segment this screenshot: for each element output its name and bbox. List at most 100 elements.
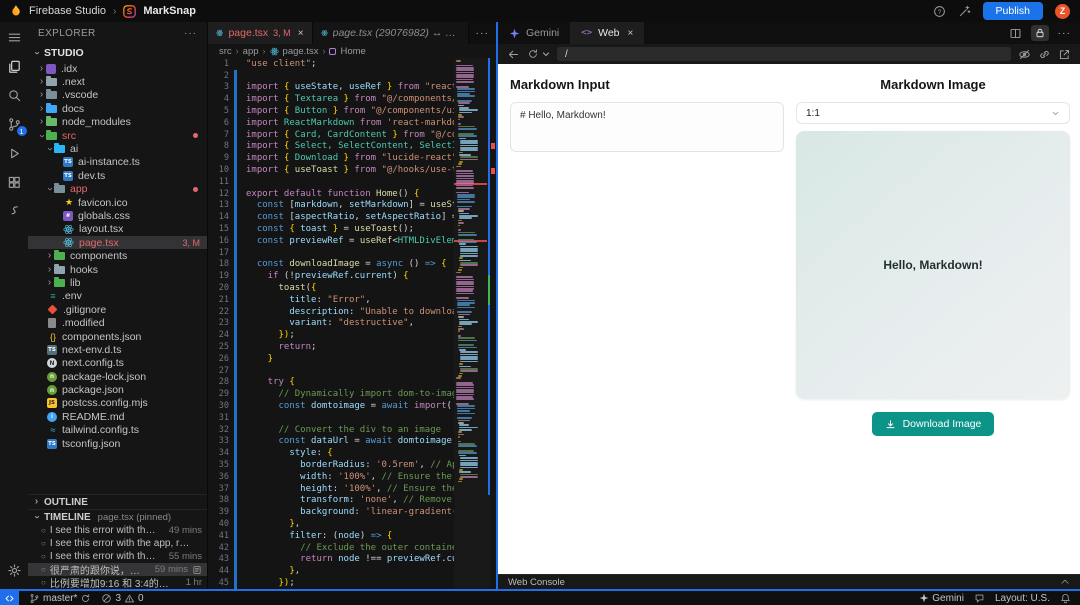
tree-item-ai-instance-ts[interactable]: TS ai-instance.ts	[28, 156, 207, 169]
editor-actions-more-icon[interactable]: ···	[469, 22, 497, 44]
code-line-3[interactable]: 3import { useState, useRef } from "react…	[208, 81, 454, 94]
app-title[interactable]: Firebase Studio	[29, 5, 106, 17]
bell-icon[interactable]	[1060, 593, 1071, 604]
tree-item-docs[interactable]: › docs	[28, 102, 207, 115]
code-line-29[interactable]: 29 // Dynamically import dom-to-image	[208, 388, 454, 401]
tree-item-package-json[interactable]: n package.json	[28, 383, 207, 396]
remote-indicator[interactable]	[0, 591, 19, 605]
problems-indicator[interactable]: 3 0	[101, 593, 144, 604]
tree-item--modified[interactable]: .modified	[28, 316, 207, 329]
code-line-7[interactable]: 7import { Card, CardContent } from "@/co…	[208, 128, 454, 141]
tab-web[interactable]: <> Web ×	[570, 22, 645, 44]
reload-icon[interactable]	[527, 48, 539, 60]
explorer-more-icon[interactable]: ···	[184, 28, 197, 39]
code-line-11[interactable]: 11	[208, 175, 454, 188]
publish-button[interactable]: Publish	[982, 2, 1043, 20]
tree-item--gitignore[interactable]: .gitignore	[28, 303, 207, 316]
tree-item-dev-ts[interactable]: TS dev.ts	[28, 169, 207, 182]
code-line-1[interactable]: 1 "use client";	[208, 58, 454, 70]
tree-item-postcss-config-mjs[interactable]: JS postcss.config.mjs	[28, 397, 207, 410]
minimap[interactable]	[454, 58, 490, 589]
menu-icon[interactable]	[6, 29, 23, 46]
code-line-16[interactable]: 16 const previewRef = useRef<HTMLDivElem…	[208, 234, 454, 247]
code-line-23[interactable]: 23 variant: "destructive",	[208, 317, 454, 330]
breadcrumb-file[interactable]: page.tsx	[283, 46, 319, 57]
tree-item-tailwind-config-ts[interactable]: ≈ tailwind.config.ts	[28, 424, 207, 437]
code-line-20[interactable]: 20 toast({	[208, 282, 454, 294]
code-line-28[interactable]: 28 try {	[208, 376, 454, 389]
code-line-35[interactable]: 35 borderRadius: '0.5rem', // Apply r	[208, 459, 454, 471]
timeline-section[interactable]: › TIMELINE page.tsx (pinned)	[28, 509, 207, 524]
magic-wand-icon[interactable]	[958, 5, 971, 18]
breadcrumb-symbol[interactable]: Home	[340, 46, 365, 57]
code-line-44[interactable]: 44 },	[208, 565, 454, 578]
tree-item-lib[interactable]: › lib	[28, 276, 207, 289]
download-image-button[interactable]: Download Image	[871, 412, 995, 436]
outline-section[interactable]: › OUTLINE	[28, 494, 207, 509]
code-line-15[interactable]: 15 const { toast } = useToast();	[208, 223, 454, 235]
code-line-8[interactable]: 8import { Select, SelectContent, SelectI…	[208, 140, 454, 153]
code-line-37[interactable]: 37 height: '100%', // Ensure the heig	[208, 482, 454, 495]
code-line-12[interactable]: 12 export default function Home() {	[208, 187, 454, 200]
code-line-26[interactable]: 26 }	[208, 352, 454, 365]
code-line-2[interactable]: 2	[208, 69, 454, 82]
extensions-icon[interactable]	[6, 174, 23, 191]
code-line-38[interactable]: 38 transform: 'none', // Remove any t	[208, 494, 454, 507]
open-external-icon[interactable]	[1058, 48, 1071, 61]
keyboard-layout[interactable]: Layout: U.S.	[995, 593, 1050, 604]
tab-page-tsx-diff[interactable]: page.tsx (29076982) ↔ page.tsx (a3...	[312, 22, 469, 44]
explorer-icon[interactable]	[6, 58, 23, 75]
tree-item-tsconfig-json[interactable]: TS tsconfig.json	[28, 437, 207, 450]
help-icon[interactable]: ?	[933, 5, 946, 18]
code-line-45[interactable]: 45 });	[208, 577, 454, 589]
gemini-status[interactable]: Gemini	[919, 593, 964, 604]
code-line-17[interactable]: 17	[208, 246, 454, 259]
code-line-24[interactable]: 24 });	[208, 329, 454, 342]
tree-item-ai[interactable]: › ai	[28, 142, 207, 155]
code-line-25[interactable]: 25 return;	[208, 341, 454, 353]
tree-item-globals-css[interactable]: # globals.css	[28, 209, 207, 222]
tree-item--idx[interactable]: › .idx	[28, 62, 207, 75]
genkit-icon[interactable]	[6, 203, 23, 220]
code-line-31[interactable]: 31	[208, 411, 454, 424]
project-name[interactable]: MarkSnap	[143, 5, 196, 17]
tree-item-favicon-ico[interactable]: ★ favicon.ico	[28, 196, 207, 209]
code-line-36[interactable]: 36 width: '100%', // Ensure the width	[208, 470, 454, 483]
chevron-down-icon[interactable]	[542, 50, 550, 58]
code-line-33[interactable]: 33 const dataUrl = await domtoimage.toPn…	[208, 435, 454, 448]
tree-item-package-lock-json[interactable]: n package-lock.json	[28, 370, 207, 383]
close-icon[interactable]: ×	[298, 28, 304, 39]
code-line-4[interactable]: 4import { Textarea } from "@/components/…	[208, 93, 454, 106]
feedback-icon[interactable]	[974, 593, 985, 604]
timeline-item-5[interactable]: ○比例要增加9:16 和 3:4的，有个宗旨... 1 hr	[28, 576, 207, 590]
tree-item-hooks[interactable]: › hooks	[28, 263, 207, 276]
code-line-34[interactable]: 34 style: {	[208, 447, 454, 460]
tree-item-app[interactable]: › app	[28, 183, 207, 196]
aspect-ratio-select[interactable]: 1:1	[796, 102, 1070, 124]
tree-item--next[interactable]: › .next	[28, 75, 207, 88]
tree-item-node-modules[interactable]: › node_modules	[28, 116, 207, 129]
code-line-13[interactable]: 13 const [markdown, setMarkdown] = useSt…	[208, 199, 454, 212]
tree-item-components-json[interactable]: {} components.json	[28, 330, 207, 343]
tab-page-tsx[interactable]: page.tsx 3, M ×	[208, 22, 313, 44]
back-icon[interactable]	[507, 48, 520, 61]
code-line-39[interactable]: 39 background: 'linear-gradient(to bo	[208, 506, 454, 519]
code-line-21[interactable]: 21 title: "Error",	[208, 293, 454, 306]
code-line-41[interactable]: 41 filter: (node) => {	[208, 529, 454, 542]
code-line-40[interactable]: 40 },	[208, 518, 454, 530]
tab-gemini[interactable]: Gemini	[498, 22, 570, 44]
close-icon[interactable]: ×	[628, 28, 634, 39]
run-debug-icon[interactable]	[6, 145, 23, 162]
tree-item-readme-md[interactable]: i README.md	[28, 410, 207, 423]
code-line-42[interactable]: 42 // Exclude the outer container to	[208, 541, 454, 554]
tree-item-next-env-d-ts[interactable]: TS next-env.d.ts	[28, 343, 207, 356]
code-editor[interactable]: 1 "use client"; 2 3 import { useState, useRe…	[208, 58, 454, 589]
url-input[interactable]: /	[557, 47, 1011, 61]
split-editor-icon[interactable]	[1009, 27, 1022, 40]
link-icon[interactable]	[1038, 48, 1051, 61]
tree-item-components[interactable]: › components	[28, 249, 207, 262]
settings-gear-icon[interactable]	[6, 562, 23, 579]
tree-item--vscode[interactable]: › .vscode	[28, 89, 207, 102]
timeline-item-2[interactable]: ○I see this error with the app, reported…	[28, 537, 207, 550]
tree-item-page-tsx[interactable]: page.tsx 3, M	[28, 236, 207, 250]
